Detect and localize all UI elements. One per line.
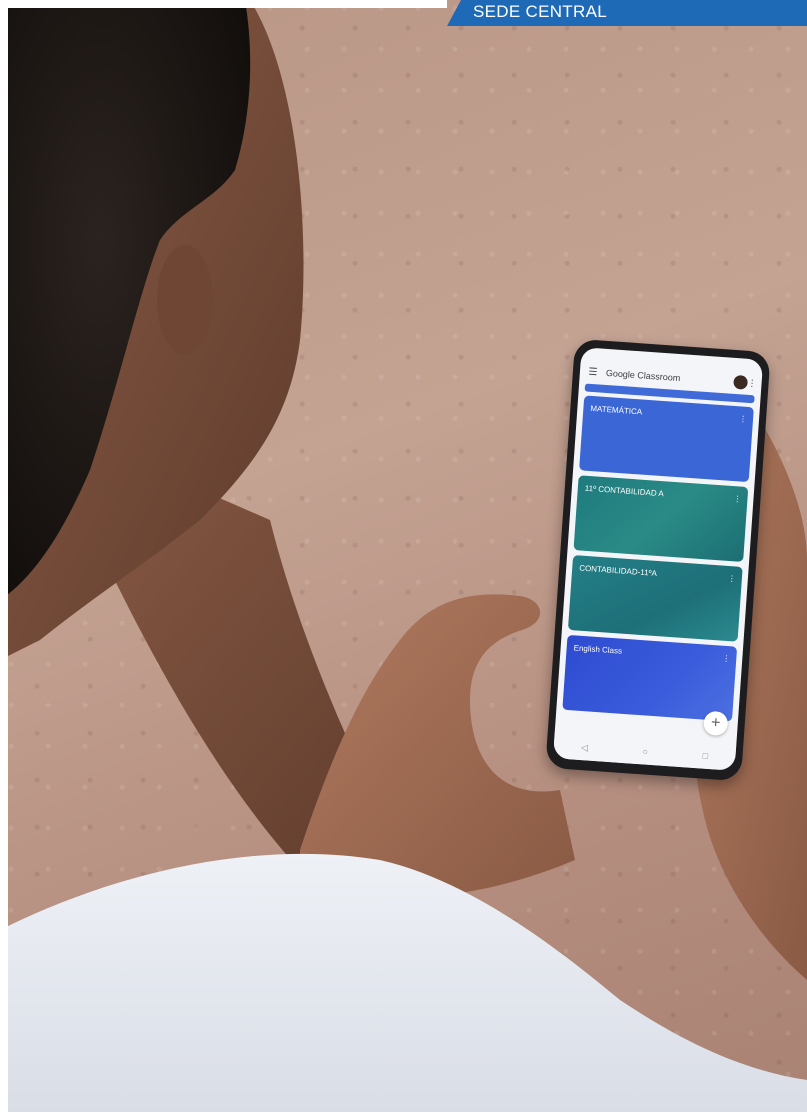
ear-shape — [157, 245, 213, 355]
phone-screen: ☰ Google Classroom ⋮ MATEMÁTICA ⋮ 11º CO… — [552, 347, 764, 771]
more-vert-icon[interactable]: ⋮ — [739, 414, 748, 424]
section-banner: SEDE CENTRAL — [447, 0, 807, 26]
back-nav-icon[interactable]: ◁ — [581, 742, 589, 753]
more-vert-icon[interactable]: ⋮ — [733, 494, 742, 504]
white-frame-top — [0, 0, 447, 8]
smartphone: ☰ Google Classroom ⋮ MATEMÁTICA ⋮ 11º CO… — [545, 338, 771, 782]
more-vert-icon[interactable]: ⋮ — [747, 377, 757, 389]
shirt-shape — [0, 853, 807, 1112]
more-vert-icon[interactable]: ⋮ — [722, 654, 731, 664]
recents-nav-icon[interactable]: □ — [702, 751, 708, 761]
avatar[interactable] — [733, 374, 749, 390]
course-card-11-contabilidad-a[interactable]: 11º CONTABILIDAD A ⋮ — [573, 475, 749, 562]
course-name: MATEMÁTICA — [590, 403, 643, 417]
left-hand-shape — [300, 594, 575, 898]
add-class-button[interactable]: + — [702, 710, 729, 737]
course-card-english-class[interactable]: English Class ⋮ — [562, 634, 738, 722]
more-vert-icon[interactable]: ⋮ — [728, 574, 737, 584]
hamburger-menu-icon[interactable]: ☰ — [586, 366, 601, 378]
course-name: CONTABILIDAD-11ºA — [578, 563, 658, 578]
system-nav-bar: ◁ ○ □ — [552, 732, 737, 771]
course-card-matematica[interactable]: MATEMÁTICA ⋮ — [579, 395, 754, 483]
white-frame-left — [0, 0, 8, 1112]
course-name: 11º CONTABILIDAD A — [584, 483, 665, 499]
photo-scene: ☰ Google Classroom ⋮ MATEMÁTICA ⋮ 11º CO… — [0, 0, 807, 1112]
app-title: Google Classroom — [605, 367, 681, 384]
course-card-contabilidad-11a[interactable]: CONTABILIDAD-11ºA ⋮ — [567, 555, 743, 642]
home-nav-icon[interactable]: ○ — [642, 746, 648, 756]
course-name: English Class — [573, 643, 623, 656]
